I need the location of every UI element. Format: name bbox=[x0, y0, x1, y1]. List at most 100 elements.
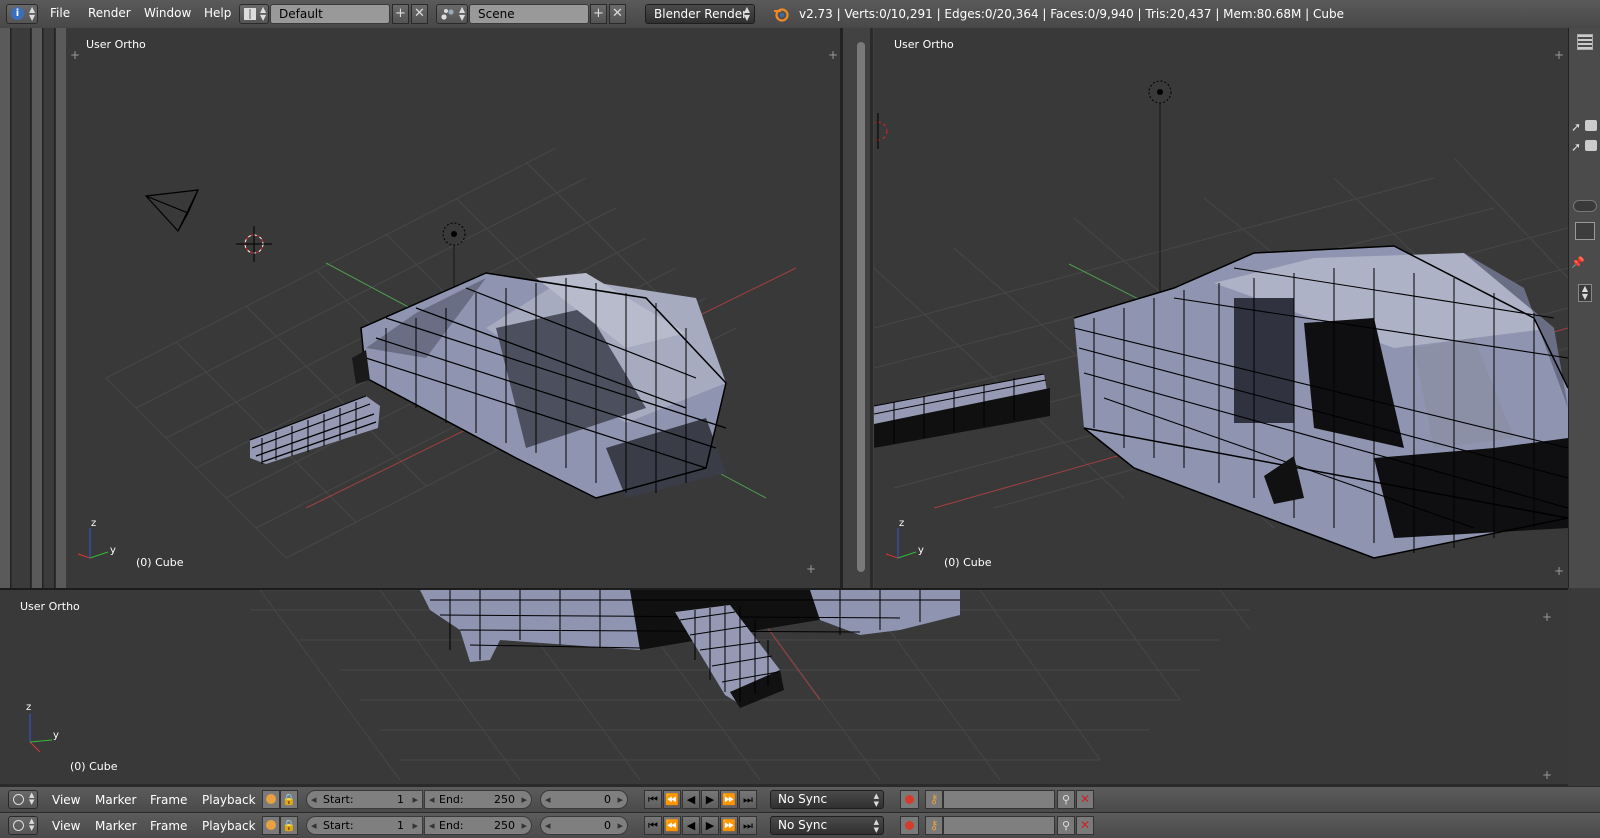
menu-render[interactable]: Render bbox=[88, 6, 131, 20]
record-button[interactable] bbox=[900, 816, 919, 835]
cursor-arrow-icon[interactable]: ➚ bbox=[1571, 140, 1581, 154]
jump-keyframe-back-button[interactable]: ⏪ bbox=[663, 816, 681, 835]
axis-z-label: z bbox=[899, 518, 905, 529]
render-toggle-icon[interactable] bbox=[1585, 140, 1597, 151]
scene-name-field[interactable]: Scene bbox=[469, 4, 589, 24]
menu-frame[interactable]: Frame bbox=[150, 793, 187, 807]
jump-end-button[interactable]: ⏭ bbox=[739, 790, 757, 809]
plus-icon: + bbox=[395, 6, 406, 21]
play-reverse-button[interactable]: ◀ bbox=[682, 816, 700, 835]
key-icon: ⚷ bbox=[929, 818, 939, 832]
add-layout-button[interactable]: + bbox=[392, 4, 409, 24]
current-frame-field[interactable]: ◂ 0 ▸ bbox=[540, 816, 628, 835]
layout-dropdown[interactable]: ▲ ▼ bbox=[239, 4, 269, 24]
axis-y-label: y bbox=[110, 545, 116, 556]
lock-button[interactable]: 🔒 bbox=[280, 790, 298, 809]
end-frame-field[interactable]: ◂ End: 250 ▸ bbox=[424, 790, 532, 809]
keying-set-button[interactable]: ⚷ bbox=[925, 816, 943, 835]
delete-keyframe-button[interactable]: ✕ bbox=[1076, 790, 1094, 809]
axis-y-label: y bbox=[53, 730, 59, 741]
collapsed-editor bbox=[44, 28, 55, 588]
lock-button[interactable]: 🔒 bbox=[280, 816, 298, 835]
keying-set-field[interactable] bbox=[943, 790, 1055, 809]
active-object-label: (0) Cube bbox=[70, 760, 118, 773]
cursor-arrow-icon[interactable]: ➚ bbox=[1571, 120, 1581, 134]
jump-keyframe-forward-button[interactable]: ⏩ bbox=[720, 816, 738, 835]
corner-plus-icon[interactable]: + bbox=[1554, 565, 1564, 577]
menu-playback[interactable]: Playback bbox=[202, 793, 256, 807]
menu-window[interactable]: Window bbox=[144, 6, 191, 20]
fast-forward-icon: ⏩ bbox=[722, 793, 736, 806]
menu-marker[interactable]: Marker bbox=[95, 819, 136, 833]
jump-start-icon: ⏮ bbox=[648, 819, 658, 832]
record-button[interactable] bbox=[900, 790, 919, 809]
add-scene-button[interactable]: + bbox=[590, 4, 607, 24]
menu-playback[interactable]: Playback bbox=[202, 819, 256, 833]
insert-keyframe-button[interactable]: ⚲ bbox=[1057, 790, 1075, 809]
right-arrow-icon: ▸ bbox=[617, 819, 623, 832]
axis-z-label: z bbox=[91, 518, 97, 529]
current-frame-field[interactable]: ◂ 0 ▸ bbox=[540, 790, 628, 809]
play-reverse-button[interactable]: ◀ bbox=[682, 790, 700, 809]
scene-dropdown[interactable]: ▲ ▼ bbox=[436, 4, 468, 24]
preview-range-button[interactable] bbox=[262, 816, 280, 835]
menu-view[interactable]: View bbox=[52, 819, 80, 833]
scroll-toggle[interactable] bbox=[1573, 200, 1597, 212]
menu-view[interactable]: View bbox=[52, 793, 80, 807]
left-arrow-icon: ◂ bbox=[545, 793, 551, 806]
scroll-up-down-button[interactable]: ▲ ▼ bbox=[1578, 284, 1592, 302]
render-engine-label: Blender Render bbox=[654, 7, 748, 21]
corner-plus-icon[interactable]: + bbox=[1542, 769, 1552, 781]
preview-range-button[interactable] bbox=[262, 790, 280, 809]
pin-icon[interactable]: 📌 bbox=[1571, 256, 1585, 269]
sync-mode-dropdown[interactable]: No Sync ▲ ▼ bbox=[770, 816, 884, 835]
jump-end-button[interactable]: ⏭ bbox=[739, 816, 757, 835]
render-engine-dropdown[interactable]: Blender Render ▲ ▼ bbox=[645, 4, 755, 24]
play-reverse-icon: ◀ bbox=[686, 819, 696, 832]
corner-plus-icon[interactable]: + bbox=[806, 563, 816, 575]
chevron-updown-icon: ▲ ▼ bbox=[873, 818, 879, 834]
menu-help[interactable]: Help bbox=[204, 6, 231, 20]
start-frame-field[interactable]: ◂ Start: 1 ▸ bbox=[306, 816, 423, 835]
layout-name-field[interactable]: Default bbox=[270, 4, 390, 24]
jump-start-button[interactable]: ⏮ bbox=[644, 790, 662, 809]
remove-scene-button[interactable]: ✕ bbox=[609, 4, 626, 24]
viewport-view-label: User Ortho bbox=[894, 38, 954, 51]
menu-file[interactable]: File bbox=[50, 6, 70, 20]
play-button[interactable]: ▶ bbox=[701, 816, 719, 835]
render-toggle-icon[interactable] bbox=[1585, 120, 1597, 131]
outliner-icon[interactable] bbox=[1577, 34, 1593, 50]
clock-icon bbox=[13, 794, 24, 805]
viewport-left[interactable]: User Ortho (0) Cube z y + + + bbox=[66, 28, 840, 588]
keying-set-button[interactable]: ⚷ bbox=[925, 790, 943, 809]
editor-type-button[interactable]: ▲ ▼ bbox=[8, 790, 38, 809]
start-frame-field[interactable]: ◂ Start: 1 ▸ bbox=[306, 790, 423, 809]
left-arrow-icon: ◂ bbox=[545, 819, 551, 832]
viewport-right[interactable]: User Ortho (0) Cube z y + + bbox=[874, 28, 1568, 588]
menu-frame[interactable]: Frame bbox=[150, 819, 187, 833]
scroll-handle[interactable] bbox=[857, 42, 865, 572]
sync-mode-dropdown[interactable]: No Sync ▲ ▼ bbox=[770, 790, 884, 809]
collapsed-editor bbox=[0, 28, 11, 588]
jump-keyframe-forward-button[interactable]: ⏩ bbox=[720, 790, 738, 809]
chevron-updown-icon: ▲ ▼ bbox=[260, 5, 267, 22]
editor-type-button[interactable]: i ▲ ▼ bbox=[6, 4, 38, 24]
insert-keyframe-button[interactable]: ⚲ bbox=[1057, 816, 1075, 835]
end-frame-field[interactable]: ◂ End: 250 ▸ bbox=[424, 816, 532, 835]
corner-plus-icon[interactable]: + bbox=[1554, 49, 1564, 61]
collapsed-editor-strip-middle bbox=[843, 28, 874, 588]
play-button[interactable]: ▶ bbox=[701, 790, 719, 809]
editor-type-button[interactable]: ▲ ▼ bbox=[8, 816, 38, 835]
corner-plus-icon[interactable]: + bbox=[70, 49, 80, 61]
properties-editor-icon[interactable] bbox=[1575, 222, 1595, 240]
remove-layout-button[interactable]: ✕ bbox=[411, 4, 428, 24]
axis-gizmo bbox=[77, 528, 109, 559]
jump-keyframe-back-button[interactable]: ⏪ bbox=[663, 790, 681, 809]
menu-marker[interactable]: Marker bbox=[95, 793, 136, 807]
viewport-bottom[interactable]: User Ortho (0) Cube z y + + bbox=[0, 590, 1568, 784]
corner-plus-icon[interactable]: + bbox=[828, 49, 838, 61]
jump-start-button[interactable]: ⏮ bbox=[644, 816, 662, 835]
corner-plus-icon[interactable]: + bbox=[1542, 611, 1552, 623]
delete-keyframe-button[interactable]: ✕ bbox=[1076, 816, 1094, 835]
keying-set-field[interactable] bbox=[943, 816, 1055, 835]
